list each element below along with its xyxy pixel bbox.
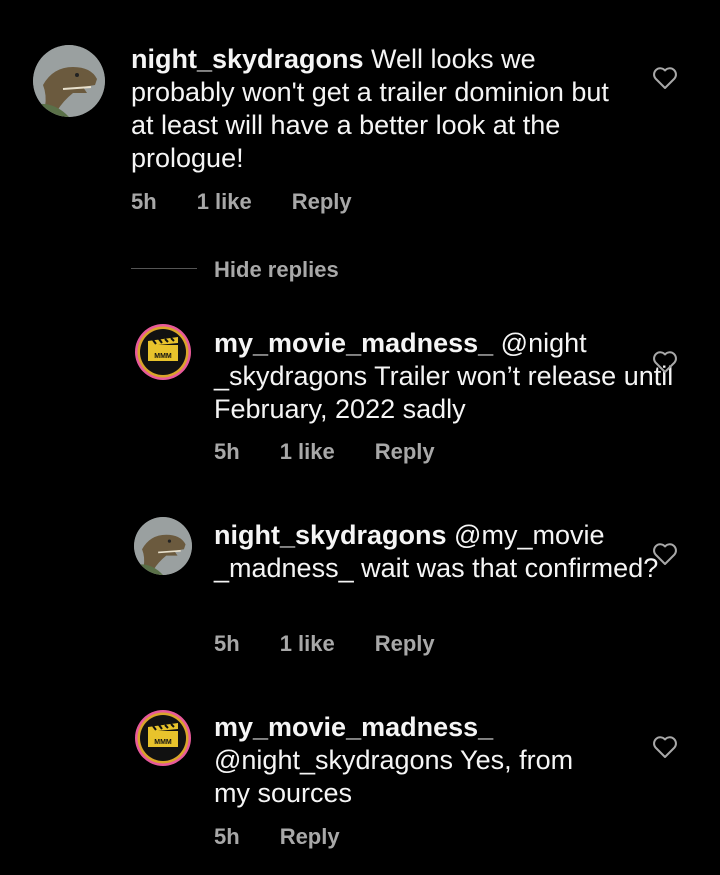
username[interactable]: night_skydragons <box>131 44 364 74</box>
heart-outline-icon[interactable] <box>652 542 678 566</box>
timestamp: 5h <box>214 824 240 849</box>
timestamp: 5h <box>214 439 240 464</box>
comment-meta: 5h Reply <box>214 824 380 850</box>
heart-outline-icon[interactable] <box>652 735 678 759</box>
reply-button[interactable]: Reply <box>280 824 340 850</box>
like-count[interactable]: 1 like <box>280 631 335 657</box>
timestamp: 5h <box>131 189 157 214</box>
username[interactable]: my_movie_madness_ <box>214 328 493 358</box>
heart-outline-icon[interactable] <box>652 350 678 374</box>
reply-button[interactable]: Reply <box>292 189 352 215</box>
timestamp: 5h <box>214 631 240 656</box>
comment-text: night_skydragons @my_movie _madness_ wai… <box>214 519 714 585</box>
avatar[interactable] <box>33 45 105 117</box>
dinosaur-avatar-icon <box>134 517 192 575</box>
avatar[interactable]: MMM <box>134 709 192 767</box>
like-count[interactable]: 1 like <box>197 189 252 215</box>
dinosaur-avatar-icon <box>33 45 105 117</box>
comment-text: night_skydragons Well looks we probably … <box>131 43 631 175</box>
reply-button[interactable]: Reply <box>375 439 435 465</box>
divider <box>131 268 197 269</box>
heart-outline-icon[interactable] <box>652 66 678 90</box>
reply-button[interactable]: Reply <box>375 631 435 657</box>
username[interactable]: night_skydragons <box>214 520 447 550</box>
avatar[interactable] <box>134 517 192 575</box>
hide-replies-button[interactable]: Hide replies <box>214 257 339 283</box>
comment-meta: 5h 1 like Reply <box>214 631 475 657</box>
logo-text: MMM <box>154 353 172 360</box>
comment-meta: 5h 1 like Reply <box>131 189 392 215</box>
clapperboard-avatar-icon: MMM <box>135 324 191 380</box>
logo-text: MMM <box>154 739 172 746</box>
comment-text: my_movie_madness_ @night_skydragons Yes,… <box>214 711 604 810</box>
comment-body: @night_skydragons Yes, from my sources <box>214 745 574 808</box>
comment-meta: 5h 1 like Reply <box>214 439 475 465</box>
comment-text: my_movie_madness_ @night _skydragons Tra… <box>214 327 714 426</box>
avatar[interactable]: MMM <box>134 323 192 381</box>
clapperboard-avatar-icon: MMM <box>135 710 191 766</box>
like-count[interactable]: 1 like <box>280 439 335 465</box>
username[interactable]: my_movie_madness_ <box>214 712 493 742</box>
